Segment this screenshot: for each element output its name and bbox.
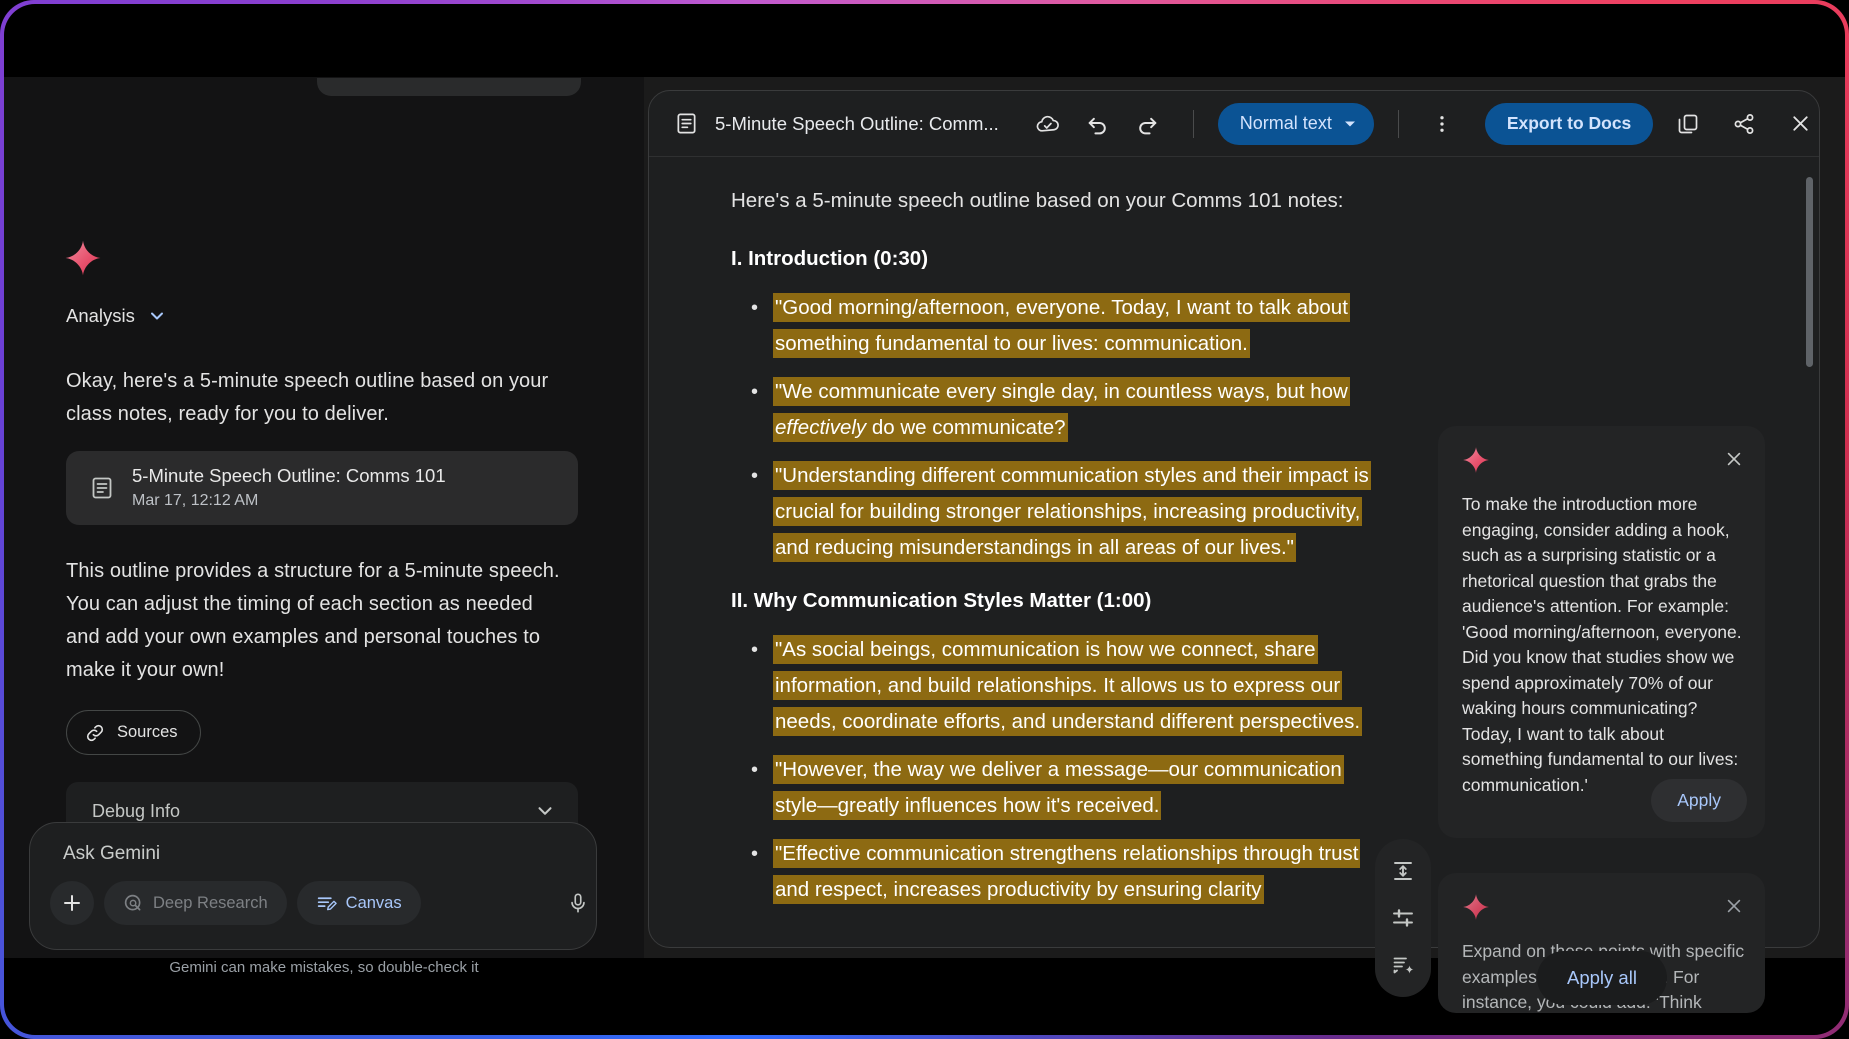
chevron-down-icon[interactable] (147, 306, 167, 326)
list-item[interactable]: "Good morning/afternoon, everyone. Today… (731, 290, 1371, 362)
toolbar-divider (1397, 109, 1399, 138)
analysis-label: Analysis (66, 305, 135, 326)
chevron-down-icon[interactable] (534, 800, 556, 822)
section-heading-2: II. Why Communication Styles Matter (1:0… (731, 589, 1152, 612)
app-surface: Analysis Okay, here's a 5-minute speech … (4, 77, 1845, 1013)
dismiss-suggestion-button[interactable] (1719, 891, 1749, 921)
copy-icon (1678, 114, 1698, 133)
section-heading-1: I. Introduction (0:30) (731, 247, 929, 270)
list-item[interactable]: "However, the way we deliver a message—o… (731, 752, 1371, 824)
section-bullets-2: "As social beings, communication is how … (731, 632, 1371, 908)
prompt-input-placeholder[interactable]: Ask Gemini (63, 843, 160, 865)
copy-button[interactable] (1667, 103, 1709, 145)
redo-button[interactable] (1127, 103, 1169, 145)
more-options-button[interactable] (1421, 103, 1463, 145)
document-icon (677, 113, 696, 134)
list-item[interactable]: "Effective communication strengthens rel… (731, 836, 1371, 908)
close-canvas-button[interactable] (1779, 103, 1819, 145)
list-item[interactable]: "As social beings, communication is how … (731, 632, 1371, 740)
gemini-sparkle-icon (1463, 894, 1489, 920)
disclaimer-text: Gemini can make mistakes, so double-chec… (169, 959, 479, 976)
highlighted-text: "We communicate every single day, in cou… (773, 377, 1350, 442)
highlighted-text: "Effective communication strengthens rel… (773, 839, 1361, 904)
canvas-document-title: 5-Minute Speech Outline: Comm... (715, 112, 999, 134)
suggestion-text: To make the introduction more engaging, … (1462, 494, 1742, 795)
cloud-saved-icon[interactable] (1027, 103, 1069, 145)
canvas-button[interactable]: Canvas (296, 881, 421, 925)
canvas-label: Canvas (345, 893, 402, 912)
section-bullets-1: "Good morning/afternoon, everyone. Today… (731, 290, 1371, 566)
chevron-down-icon (1344, 121, 1355, 126)
highlighted-text: "As social beings, communication is how … (773, 635, 1363, 736)
highlighted-text: "However, the way we deliver a message—o… (773, 755, 1344, 820)
export-to-docs-button[interactable]: Export to Docs (1484, 102, 1654, 145)
document-chip-timestamp: Mar 17, 12:12 AM (132, 492, 259, 509)
sources-label: Sources (117, 723, 178, 741)
apply-all-label: Apply all (1567, 967, 1637, 988)
undo-button[interactable] (1077, 103, 1119, 145)
highlighted-text: "Good morning/afternoon, everyone. Today… (773, 293, 1350, 358)
apply-suggestion-button[interactable]: Apply (1651, 779, 1747, 822)
export-label: Export to Docs (1506, 113, 1632, 133)
canvas-tool-rail (1375, 839, 1431, 997)
text-style-value: Normal text (1239, 113, 1332, 133)
tune-settings-button[interactable] (1383, 898, 1423, 938)
document-intro-paragraph: Here's a 5-minute speech outline based o… (731, 189, 1344, 212)
share-button[interactable] (1723, 103, 1765, 145)
document-icon (92, 477, 112, 499)
canvas-toolbar: 5-Minute Speech Outline: Comm... Normal … (649, 91, 1819, 157)
sources-button[interactable]: Sources (66, 710, 201, 755)
analysis-toggle[interactable]: Analysis (66, 305, 167, 327)
close-icon (1727, 452, 1741, 466)
list-item[interactable]: "We communicate every single day, in cou… (731, 374, 1371, 446)
prompt-composer[interactable]: Ask Gemini Deep Research Canvas (29, 822, 597, 950)
screen: Analysis Okay, here's a 5-minute speech … (4, 4, 1845, 1035)
gemini-sparkle-icon (1463, 447, 1489, 473)
tune-icon (1393, 909, 1413, 927)
toolbar-divider (1192, 109, 1194, 138)
line-spacing-icon (1394, 861, 1412, 880)
add-attachment-button[interactable] (50, 881, 94, 925)
debug-info-label: Debug Info (92, 800, 181, 821)
apply-all-button[interactable]: Apply all (1537, 951, 1667, 1005)
document-chip[interactable]: 5-Minute Speech Outline: Comms 101 Mar 1… (66, 451, 578, 525)
highlighted-text: "Understanding different communication s… (773, 461, 1371, 562)
composer-toolbar: Deep Research Canvas (50, 881, 421, 925)
line-spacing-button[interactable] (1383, 851, 1423, 891)
text-style-select[interactable]: Normal text (1217, 102, 1374, 145)
more-vert-icon (1440, 115, 1444, 132)
microphone-icon (571, 893, 585, 913)
microphone-button[interactable] (558, 881, 598, 925)
deep-research-icon (124, 894, 141, 910)
close-icon (1727, 899, 1741, 913)
ai-edit-icon (1393, 957, 1414, 974)
canvas-icon (317, 896, 337, 910)
plus-icon (64, 895, 80, 911)
dismiss-suggestion-button[interactable] (1719, 444, 1749, 474)
close-icon (1793, 116, 1808, 131)
document-content[interactable]: Here's a 5-minute speech outline based o… (731, 184, 1371, 928)
list-item[interactable]: "Understanding different communication s… (731, 458, 1371, 566)
outline-note-text: This outline provides a structure for a … (66, 560, 560, 681)
link-icon (86, 724, 104, 741)
share-icon (1734, 113, 1754, 134)
assistant-intro-text: Okay, here's a 5-minute speech outline b… (66, 370, 549, 425)
document-scrollbar[interactable] (1806, 177, 1813, 367)
suggestion-card-1: To make the introduction more engaging, … (1438, 426, 1765, 838)
gemini-sparkle-icon (65, 240, 101, 276)
apply-label: Apply (1677, 790, 1721, 810)
deep-research-button[interactable]: Deep Research (104, 881, 287, 925)
gradient-device-frame: Analysis Okay, here's a 5-minute speech … (0, 0, 1849, 1039)
deep-research-label: Deep Research (153, 893, 268, 912)
conversation-panel: Analysis Okay, here's a 5-minute speech … (4, 77, 644, 976)
scroll-top-indicator (317, 78, 581, 96)
document-chip-title: 5-Minute Speech Outline: Comms 101 (132, 465, 446, 486)
ai-edit-button[interactable] (1383, 945, 1423, 985)
